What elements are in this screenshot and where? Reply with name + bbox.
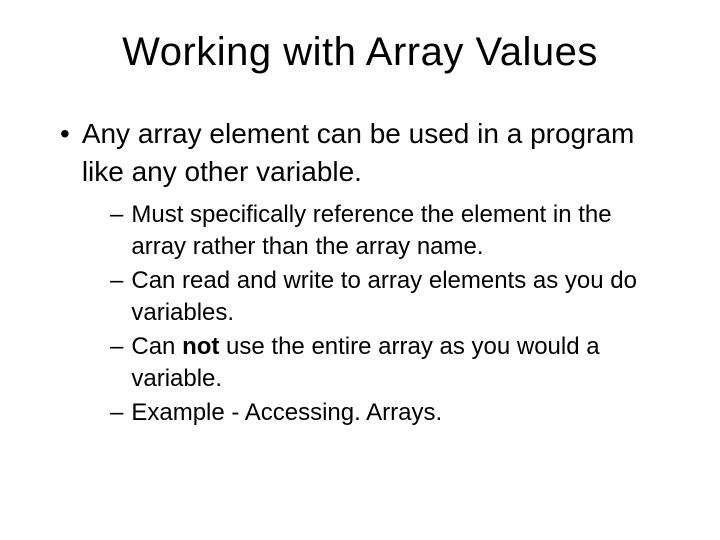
bullet-level1-text: Any array element can be used in a progr… — [82, 115, 660, 191]
bullet-level2-text: Can not use the entire array as you woul… — [131, 331, 660, 395]
text-pre: Can — [131, 333, 182, 360]
bullet-level2: – Can read and write to array elements a… — [110, 265, 660, 329]
bullet-level2: – Example - Accessing. Arrays. — [110, 397, 660, 429]
bullet-dash-icon: – — [110, 397, 123, 429]
bullet-dash-icon: – — [110, 265, 123, 297]
bullet-level2-text: Must specifically reference the element … — [131, 199, 660, 263]
bullet-dash-icon: – — [110, 331, 123, 363]
bullet-level1: • Any array element can be used in a pro… — [60, 115, 660, 191]
bullet-level2: – Can not use the entire array as you wo… — [110, 331, 660, 395]
bullet-dash-icon: – — [110, 199, 123, 231]
slide-title: Working with Array Values — [60, 30, 660, 75]
bullet-level2-text: Example - Accessing. Arrays. — [131, 397, 442, 429]
bullet-level2-list: – Must specifically reference the elemen… — [110, 199, 660, 429]
bullet-level2-text: Can read and write to array elements as … — [131, 265, 660, 329]
bullet-level2: – Must specifically reference the elemen… — [110, 199, 660, 263]
text-bold: not — [182, 333, 219, 360]
bullet-dot-icon: • — [60, 115, 70, 153]
